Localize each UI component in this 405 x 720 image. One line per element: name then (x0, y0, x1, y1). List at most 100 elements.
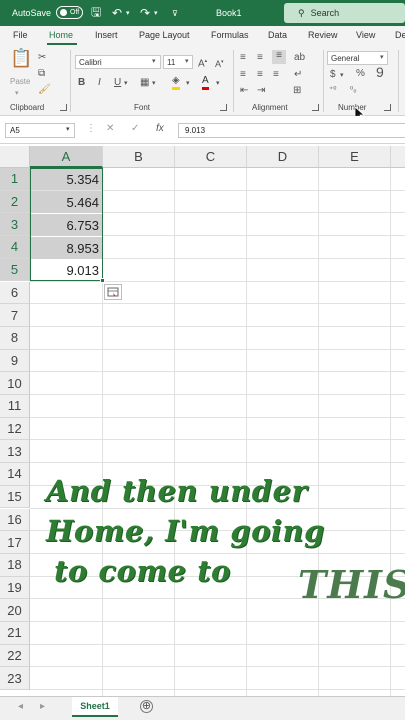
redo-dropdown-icon[interactable]: ▾ (154, 0, 158, 26)
tab-data[interactable]: Data (268, 30, 287, 40)
decrease-indent-icon[interactable]: ⇤ (240, 85, 248, 97)
font-size-dropdown-icon[interactable]: ▾ (185, 56, 189, 68)
formula-input[interactable]: 9.013 (178, 123, 405, 138)
align-right-icon[interactable]: ≡ (273, 69, 279, 81)
row-header-22[interactable]: 22 (0, 644, 30, 668)
redo-icon[interactable]: ↷ (140, 0, 150, 26)
row-header-21[interactable]: 21 (0, 622, 30, 645)
customize-toolbar-icon[interactable]: ⊽ (172, 0, 178, 26)
column-header-d[interactable]: D (247, 146, 319, 168)
bold-icon[interactable]: B (78, 77, 85, 89)
undo-icon[interactable]: ↶ (112, 0, 122, 26)
tab-insert[interactable]: Insert (95, 30, 118, 40)
align-left-icon[interactable]: ≡ (240, 69, 246, 81)
row-header-1[interactable]: 1 (0, 168, 30, 191)
next-sheet-icon[interactable]: ▸ (40, 701, 45, 712)
row-header-20[interactable]: 20 (0, 599, 30, 622)
font-name-dropdown-icon[interactable]: ▾ (152, 56, 156, 68)
column-header-f[interactable] (391, 146, 405, 168)
quick-analysis-button[interactable] (104, 284, 122, 300)
italic-icon[interactable]: I (98, 77, 101, 89)
column-header-b[interactable]: B (103, 146, 175, 168)
row-header-16[interactable]: 16 (0, 508, 30, 532)
decrease-font-icon[interactable]: A▾ (215, 56, 224, 70)
cell-a4[interactable]: 8.953 (31, 237, 102, 259)
cell-a3[interactable]: 6.753 (31, 214, 102, 236)
insert-function-icon[interactable]: fx (156, 123, 164, 134)
decrease-decimal-icon[interactable]: ⁰₀ (350, 84, 357, 96)
comma-style-icon[interactable]: 9 (376, 65, 384, 79)
number-launcher-icon[interactable] (384, 104, 391, 111)
row-header-10[interactable]: 10 (0, 372, 30, 395)
tab-review[interactable]: Review (308, 30, 338, 40)
add-sheet-icon[interactable]: ⊕ (140, 700, 153, 713)
row-header-13[interactable]: 13 (0, 440, 30, 464)
row-header-4[interactable]: 4 (0, 236, 30, 259)
row-header-18[interactable]: 18 (0, 553, 30, 577)
borders-dropdown-icon[interactable]: ▾ (152, 78, 156, 90)
tab-page-layout[interactable]: Page Layout (139, 30, 190, 40)
alignment-launcher-icon[interactable] (312, 104, 319, 111)
fill-handle[interactable] (100, 278, 105, 283)
prev-sheet-icon[interactable]: ◂ (18, 701, 23, 712)
font-color-icon[interactable]: A (202, 75, 209, 90)
column-header-a[interactable]: A (30, 146, 103, 168)
number-format-dropdown-icon[interactable]: ▾ (380, 52, 384, 64)
sheet-tab-sheet1[interactable]: Sheet1 (72, 697, 118, 717)
row-header-15[interactable]: 15 (0, 485, 30, 509)
spreadsheet-grid[interactable]: A B C D E 1 2 3 4 5 6 7 8 9 10 11 12 13 14 15 16 17 18 19 2… (0, 146, 405, 696)
font-launcher-icon[interactable] (220, 104, 227, 111)
copy-icon[interactable]: ⧉ (38, 68, 45, 80)
autosave-toggle[interactable]: Off (56, 6, 83, 19)
row-header-3[interactable]: 3 (0, 213, 30, 237)
paste-icon[interactable]: 📋 (10, 49, 32, 74)
orientation-icon[interactable]: ab (294, 52, 305, 64)
confirm-entry-icon[interactable]: ✓ (131, 123, 139, 134)
bottom-align-icon[interactable]: ≡ (272, 50, 286, 64)
cell-a5[interactable]: 9.013 (31, 259, 102, 281)
cancel-entry-icon[interactable]: ✕ (106, 123, 114, 134)
percent-icon[interactable]: % (356, 68, 365, 80)
row-header-23[interactable]: 23 (0, 667, 30, 691)
name-box[interactable]: A5 (5, 123, 75, 138)
save-icon[interactable]: 🖫 (91, 0, 101, 26)
formula-bar-handle-icon[interactable]: ⋮ (86, 123, 96, 134)
accounting-format-icon[interactable]: $ (330, 69, 336, 81)
tab-developer[interactable]: De (395, 30, 405, 40)
font-color-dropdown-icon[interactable]: ▾ (216, 78, 220, 90)
cell-a2[interactable]: 5.464 (31, 191, 102, 213)
select-all-corner[interactable] (0, 146, 30, 168)
increase-decimal-icon[interactable]: ⁺⁰ (329, 84, 336, 96)
tab-formulas[interactable]: Formulas (211, 30, 249, 40)
paste-label[interactable]: Paste (10, 76, 30, 88)
clipboard-launcher-icon[interactable] (60, 104, 67, 111)
underline-dropdown-icon[interactable]: ▾ (124, 78, 128, 90)
row-header-12[interactable]: 12 (0, 417, 30, 441)
name-box-dropdown-icon[interactable]: ▾ (66, 125, 70, 133)
row-header-9[interactable]: 9 (0, 349, 30, 373)
tab-view[interactable]: View (356, 30, 375, 40)
number-format-box[interactable]: General (327, 51, 388, 65)
paste-dropdown-icon[interactable]: ▾ (15, 88, 19, 100)
cut-icon[interactable]: ✂ (38, 52, 46, 64)
cell-a1[interactable]: 5.354 (31, 168, 102, 190)
row-header-11[interactable]: 11 (0, 395, 30, 418)
row-header-2[interactable]: 2 (0, 190, 30, 214)
underline-icon[interactable]: U (114, 77, 121, 89)
format-painter-icon[interactable]: 🖌 (38, 84, 51, 96)
undo-dropdown-icon[interactable]: ▾ (126, 0, 130, 26)
tab-file[interactable]: File (13, 30, 28, 40)
middle-align-icon[interactable]: ≡ (257, 52, 263, 64)
tab-home[interactable]: Home (49, 30, 73, 40)
row-header-19[interactable]: 19 (0, 576, 30, 600)
search-box[interactable]: ⚲ Search (284, 3, 405, 23)
row-header-8[interactable]: 8 (0, 326, 30, 350)
merge-center-icon[interactable]: ⊞ (293, 85, 301, 97)
increase-indent-icon[interactable]: ⇥ (257, 85, 265, 97)
increase-font-icon[interactable]: A▴ (198, 55, 207, 70)
wrap-text-icon[interactable]: ↵ (294, 69, 302, 81)
column-header-c[interactable]: C (175, 146, 247, 168)
column-header-e[interactable]: E (319, 146, 391, 168)
borders-icon[interactable]: ▦ (140, 77, 149, 89)
row-header-17[interactable]: 17 (0, 531, 30, 554)
